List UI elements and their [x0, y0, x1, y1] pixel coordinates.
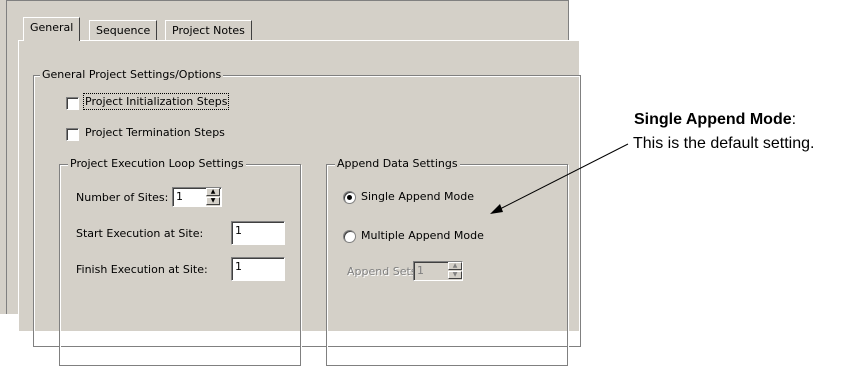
annotation-arrow [490, 143, 629, 214]
tab-general[interactable]: General [23, 17, 81, 41]
arrow-head-icon [490, 204, 503, 214]
arrow-line [493, 143, 629, 213]
